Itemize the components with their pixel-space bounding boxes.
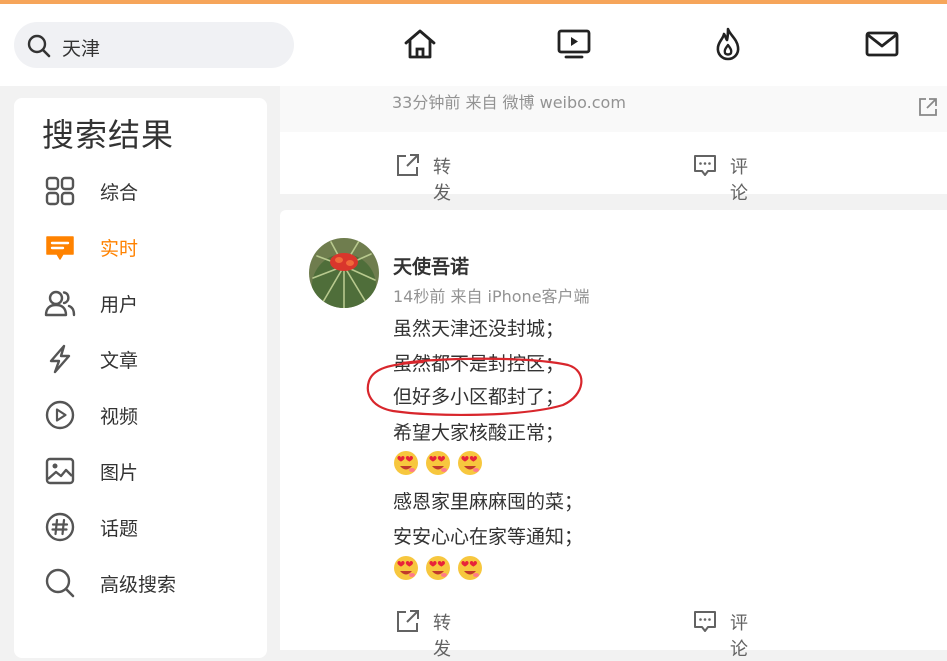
play-circle-icon: [45, 400, 75, 430]
image-icon: [45, 457, 75, 485]
heart-eyes-emoji-icon: [394, 451, 418, 475]
sidebar: 搜索结果 综合 实时 用户 文章 视频 图片 话题 高级搜索: [14, 98, 267, 658]
sidebar-item-label: 高级搜索: [100, 574, 177, 596]
sidebar-title: 搜索结果: [42, 116, 175, 154]
sidebar-item-comprehensive[interactable]: 综合: [14, 167, 267, 215]
post-card: 天使吾诺 14秒前 来自 iPhone客户端 虽然天津还没封城； 虽然都不是封控…: [280, 210, 947, 660]
sidebar-item-images[interactable]: 图片: [14, 447, 267, 495]
heart-eyes-emoji-icon: [458, 451, 482, 475]
search-box[interactable]: 天津: [14, 22, 294, 68]
comment-label: 评论: [730, 157, 748, 204]
grid-icon: [45, 176, 75, 206]
avatar[interactable]: [309, 238, 379, 308]
sidebar-item-topics[interactable]: 话题: [14, 503, 267, 551]
sidebar-item-advanced-search[interactable]: 高级搜索: [14, 559, 267, 607]
post-text-line: 希望大家核酸正常；: [393, 422, 565, 444]
repost-label: 转发: [433, 157, 451, 204]
sidebar-item-label: 综合: [100, 182, 139, 204]
previous-post-card: 33分钟前 来自 微博 weibo.com 转发 评论: [280, 86, 947, 204]
comment-icon: [694, 611, 716, 632]
sidebar-item-realtime[interactable]: 实时: [14, 223, 267, 271]
post-text-line: 虽然都不是封控区；: [393, 353, 565, 375]
search-icon: [45, 568, 75, 598]
comment-icon: [694, 155, 716, 176]
fire-icon[interactable]: [710, 26, 746, 62]
repost-area: 33分钟前 来自 微博 weibo.com: [280, 86, 947, 132]
hashtag-icon: [45, 512, 75, 542]
sidebar-item-label: 实时: [100, 238, 139, 260]
sidebar-item-users[interactable]: 用户: [14, 279, 267, 327]
post-meta: 33分钟前 来自 微博 weibo.com: [392, 93, 626, 112]
author-name[interactable]: 天使吾诺: [393, 252, 469, 279]
emoji-row: [393, 450, 489, 478]
mail-icon[interactable]: [864, 26, 900, 62]
sidebar-item-label: 文章: [100, 350, 139, 372]
sidebar-item-label: 用户: [100, 294, 139, 316]
sidebar-item-articles[interactable]: 文章: [14, 335, 267, 383]
comment-label: 评论: [730, 613, 748, 660]
home-icon[interactable]: [402, 26, 438, 62]
sidebar-item-label: 话题: [100, 518, 139, 540]
search-input[interactable]: 天津: [62, 34, 100, 61]
repost-label: 转发: [433, 613, 451, 660]
post-text-line: 安安心心在家等通知；: [393, 526, 584, 548]
emoji-row: [393, 555, 489, 583]
heart-eyes-emoji-icon: [426, 556, 450, 580]
search-icon: [27, 34, 51, 58]
sidebar-item-label: 视频: [100, 406, 139, 428]
lightning-icon: [49, 344, 71, 374]
sidebar-item-label: 图片: [100, 462, 139, 484]
tv-play-icon[interactable]: [556, 26, 592, 62]
post-meta: 14秒前 来自 iPhone客户端: [393, 287, 590, 306]
realtime-icon: [46, 236, 74, 260]
sidebar-item-videos[interactable]: 视频: [14, 391, 267, 439]
external-link-icon[interactable]: [917, 96, 939, 118]
repost-icon: [397, 154, 419, 176]
post-text-line: 虽然天津还没封城；: [393, 318, 565, 340]
users-icon: [44, 290, 76, 317]
heart-eyes-emoji-icon: [458, 556, 482, 580]
heart-eyes-emoji-icon: [394, 556, 418, 580]
heart-eyes-emoji-icon: [426, 451, 450, 475]
cactus-avatar-image: [309, 238, 379, 308]
post-text-line: 但好多小区都封了；: [393, 386, 565, 408]
top-bar: 天津: [0, 4, 947, 86]
repost-icon: [397, 610, 419, 632]
post-text-line: 感恩家里麻麻囤的菜；: [393, 491, 584, 513]
